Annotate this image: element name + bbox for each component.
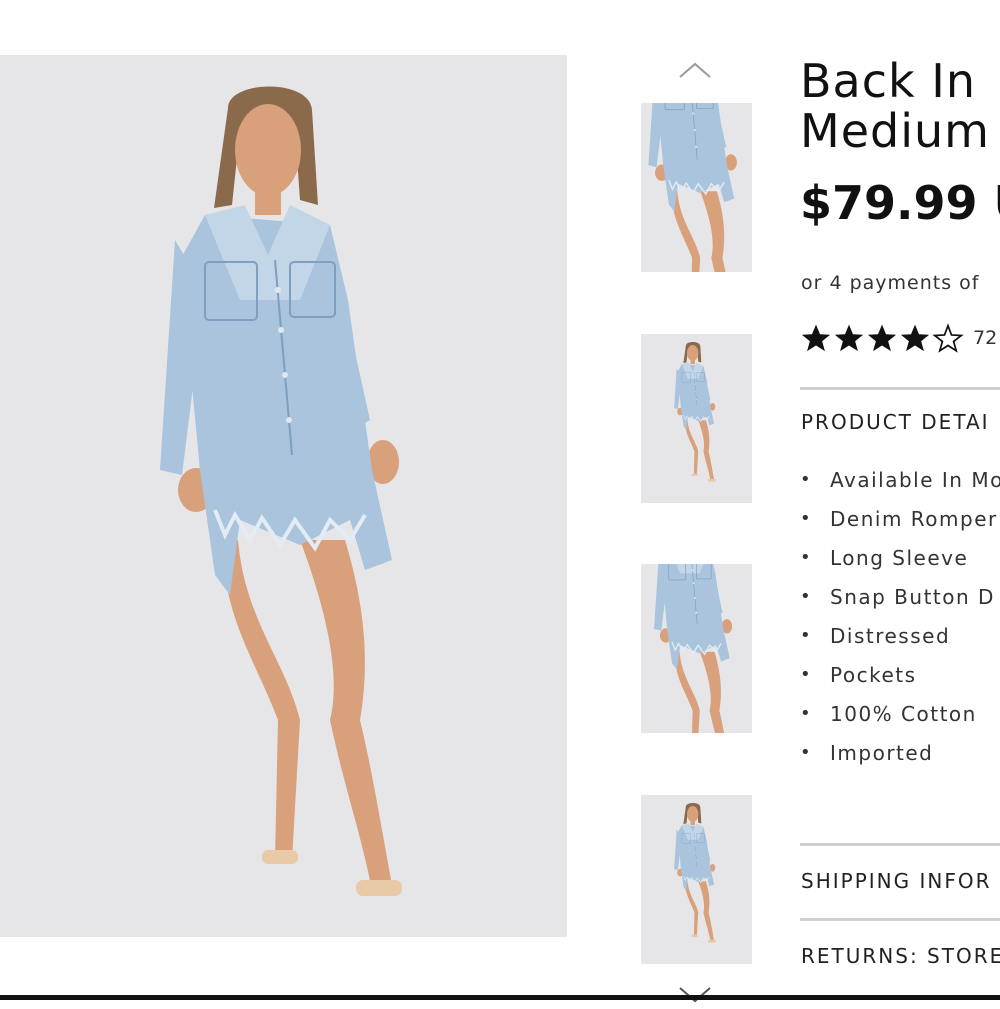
model-figure xyxy=(158,84,404,898)
star-filled-icon xyxy=(867,324,897,352)
product-title: Back In Medium xyxy=(800,56,1000,156)
list-item: • Imported xyxy=(800,741,934,765)
thumbnail-image xyxy=(673,341,717,482)
thumbnail-3[interactable] xyxy=(641,564,752,733)
list-item: • Pockets xyxy=(800,663,917,687)
chevron-up-icon xyxy=(679,62,711,78)
list-item: • 100% Cotton xyxy=(800,702,977,726)
returns-heading[interactable]: RETURNS: STORE xyxy=(801,944,1000,968)
divider xyxy=(800,918,1000,921)
review-count: 72 xyxy=(973,327,998,349)
bottom-edge-bar xyxy=(0,995,1000,1000)
main-product-image[interactable] xyxy=(0,55,567,937)
thumbnail-2[interactable] xyxy=(641,334,752,503)
thumbnail-1[interactable] xyxy=(641,103,752,272)
divider xyxy=(800,843,1000,846)
thumbnail-image xyxy=(647,103,739,272)
installment-payments-text[interactable]: or 4 payments of xyxy=(801,272,1000,294)
shipping-info-heading[interactable]: SHIPPING INFOR xyxy=(801,869,1000,893)
list-item: • Distressed xyxy=(800,624,951,648)
thumbnail-4[interactable] xyxy=(641,795,752,964)
list-item: • Long Sleeve xyxy=(800,546,969,570)
rating[interactable]: 72 xyxy=(800,320,1000,356)
star-filled-icon xyxy=(801,324,831,352)
star-filled-icon xyxy=(900,324,930,352)
list-item: • Snap Button D xyxy=(800,585,995,609)
product-title-line-2: Medium xyxy=(800,104,990,156)
product-price: $79.99 U xyxy=(800,176,1000,230)
star-empty-icon xyxy=(932,323,964,353)
divider xyxy=(800,387,1000,390)
thumbnail-prev-button[interactable] xyxy=(678,60,712,80)
list-item: • Denim Romper xyxy=(800,507,998,531)
star-filled-icon xyxy=(834,324,864,352)
product-details-heading[interactable]: PRODUCT DETAI xyxy=(801,410,1000,434)
product-title-line-1: Back In xyxy=(800,56,977,108)
product-details-list: • Available In Mo • Denim Romper • Long Sle… xyxy=(800,462,1000,774)
thumbnail-image xyxy=(673,802,717,943)
list-item: • Available In Mo xyxy=(800,468,1000,492)
thumbnail-image xyxy=(653,564,734,733)
